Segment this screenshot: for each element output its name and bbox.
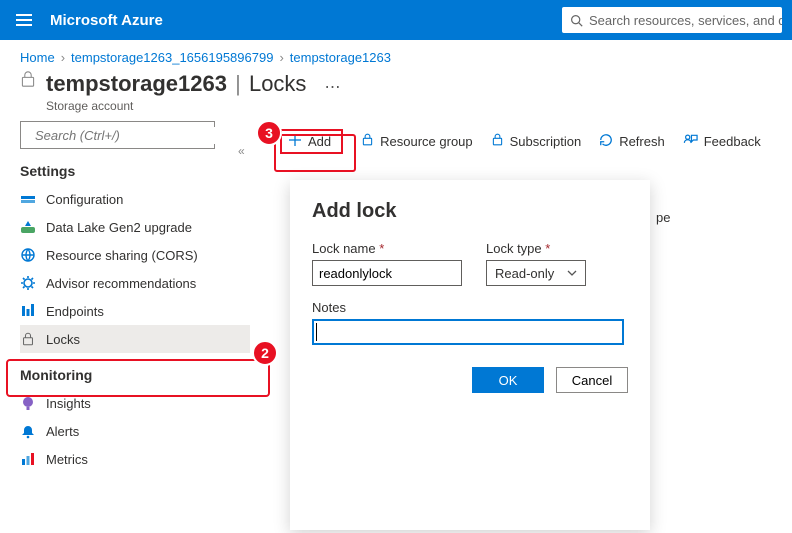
search-icon [570, 14, 583, 27]
cors-icon [20, 247, 36, 263]
page-subtitle: Storage account [46, 99, 306, 113]
refresh-button[interactable]: Refresh [599, 133, 665, 150]
sidebar-item-metrics[interactable]: Metrics [20, 445, 250, 473]
cancel-button[interactable]: Cancel [556, 367, 628, 393]
panel-title: Add lock [312, 200, 628, 223]
subscription-button[interactable]: Subscription [491, 133, 582, 149]
sidebar-item-endpoints[interactable]: Endpoints [20, 297, 250, 325]
sidebar-item-advisor[interactable]: Advisor recommendations [20, 269, 250, 297]
brand-label: Microsoft Azure [50, 12, 163, 29]
feedback-icon [683, 133, 698, 150]
sidebar-item-datalake-upgrade[interactable]: Data Lake Gen2 upgrade [20, 213, 250, 241]
sidebar-search[interactable] [20, 121, 215, 149]
lock-type-select[interactable]: Read-only [486, 260, 586, 286]
datalake-icon [20, 219, 36, 235]
sidebar-search-input[interactable] [33, 127, 215, 144]
alerts-icon [20, 423, 36, 439]
endpoints-icon [20, 303, 36, 319]
sidebar-item-insights[interactable]: Insights [20, 389, 250, 417]
metrics-icon [20, 451, 36, 467]
collapse-sidebar-button[interactable]: « [238, 144, 245, 158]
breadcrumb-item-1[interactable]: tempstorage1263_1656195896799 [71, 50, 273, 65]
configuration-icon [20, 191, 36, 207]
hamburger-menu[interactable] [10, 8, 38, 32]
group-settings: Settings [20, 163, 250, 179]
sidebar-item-cors[interactable]: Resource sharing (CORS) [20, 241, 250, 269]
lock-icon [491, 133, 504, 149]
sidebar-item-alerts[interactable]: Alerts [20, 417, 250, 445]
scope-column-fragment: pe [656, 210, 670, 225]
plus-icon [288, 133, 302, 150]
step-badge-2: 2 [252, 340, 278, 366]
more-actions[interactable]: ⋯ [324, 77, 340, 97]
breadcrumb: Home › tempstorage1263_1656195896799 › t… [0, 40, 792, 71]
page-title: tempstorage1263 | Locks [46, 71, 306, 97]
ok-button[interactable]: OK [472, 367, 544, 393]
add-lock-button[interactable]: Add [280, 129, 343, 154]
insights-icon [20, 395, 36, 411]
breadcrumb-item-2[interactable]: tempstorage1263 [290, 50, 391, 65]
sidebar-item-configuration[interactable]: Configuration [20, 185, 250, 213]
step-badge-3: 3 [256, 120, 282, 146]
sidebar-item-locks[interactable]: Locks [20, 325, 250, 353]
chevron-down-icon [567, 268, 577, 278]
advisor-icon [20, 275, 36, 291]
global-search-placeholder: Search resources, services, and docs [589, 13, 782, 28]
lock-icon [361, 133, 374, 149]
group-monitoring: Monitoring [20, 367, 250, 383]
feedback-button[interactable]: Feedback [683, 133, 761, 150]
notes-label: Notes [312, 300, 628, 315]
lock-icon [20, 331, 36, 347]
resource-group-button[interactable]: Resource group [361, 133, 473, 149]
add-lock-panel: Add lock Lock name * Lock type * Read-on… [290, 180, 650, 530]
refresh-icon [599, 133, 613, 150]
lock-name-label: Lock name * [312, 241, 462, 256]
breadcrumb-home[interactable]: Home [20, 50, 55, 65]
lock-name-input[interactable] [312, 260, 462, 286]
lock-type-label: Lock type * [486, 241, 586, 256]
lock-icon [20, 71, 36, 87]
notes-input[interactable] [312, 319, 624, 345]
global-search[interactable]: Search resources, services, and docs [562, 7, 782, 33]
